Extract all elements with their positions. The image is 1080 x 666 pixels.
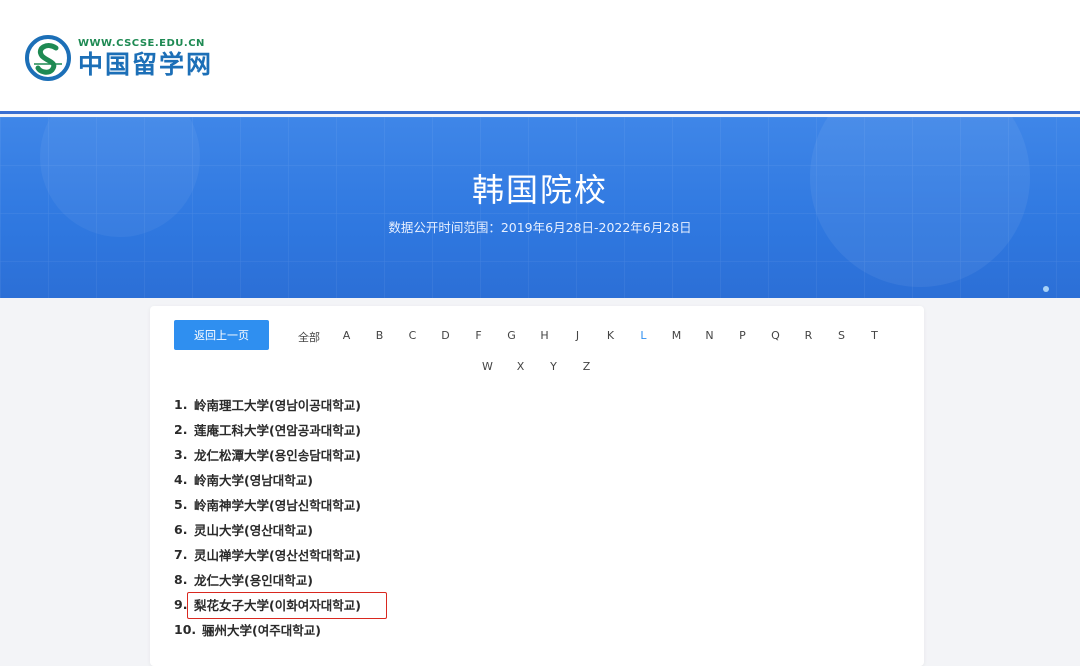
- university-name-link[interactable]: 岭南大学(영남대학교): [194, 470, 313, 489]
- list-item-number: 6.: [174, 522, 188, 537]
- university-list-item[interactable]: 10. 骊州大学(여주대학교): [174, 617, 361, 642]
- filter-letter-l[interactable]: L: [627, 329, 660, 345]
- logo-text: WWW.CSCSE.EDU.CN 中国留学网: [78, 36, 213, 80]
- data-range-subtitle: 数据公开时间范围：2019年6月28日-2022年6月28日: [388, 220, 692, 235]
- filter-letter-y[interactable]: Y: [537, 360, 570, 373]
- university-name-link[interactable]: 龙仁松潭大学(용인송담대학교): [194, 445, 361, 464]
- filter-letter-z[interactable]: Z: [570, 360, 603, 373]
- list-item-number: 2.: [174, 422, 188, 437]
- filter-letter-p[interactable]: P: [726, 329, 759, 345]
- letter-filter-row2: WXYZ: [150, 360, 924, 373]
- filter-letter-s[interactable]: S: [825, 329, 858, 345]
- filter-letter-d[interactable]: D: [429, 329, 462, 345]
- university-name-link[interactable]: 岭南神学大学(영남신학대학교): [194, 495, 361, 514]
- university-name-link[interactable]: 灵山禅学大学(영산선학대학교): [194, 545, 361, 564]
- list-item-number: 1.: [174, 397, 188, 412]
- list-item-number: 8.: [174, 572, 188, 587]
- list-item-number: 3.: [174, 447, 188, 462]
- filter-all[interactable]: 全部: [288, 329, 330, 345]
- filter-letter-x[interactable]: X: [504, 360, 537, 373]
- cscse-logo-icon: [24, 34, 72, 82]
- university-list-card: 返回上一页 全部 A B C D F G H J K L M N P Q R S T WXYZ 1. 岭南理工大学(…: [150, 306, 924, 666]
- logo-url: WWW.CSCSE.EDU.CN: [78, 38, 205, 49]
- filter-letter-a[interactable]: A: [330, 329, 363, 345]
- page-title: 韩国院校: [471, 171, 608, 209]
- filter-letter-c[interactable]: C: [396, 329, 429, 345]
- university-list: 1. 岭南理工大学(영남이공대학교) 2. 莲庵工科大学(연암공과대학교) 3. 龙仁松潭…: [174, 392, 387, 642]
- university-name-link[interactable]: 灵山大学(영산대학교): [194, 520, 313, 539]
- list-item-number: 4.: [174, 472, 188, 487]
- filter-letter-f[interactable]: F: [462, 329, 495, 345]
- university-name-link[interactable]: 骊州大学(여주대학교): [202, 620, 321, 639]
- filter-letter-k[interactable]: K: [594, 329, 627, 345]
- letter-filter-row1: 全部 A B C D F G H J K L M N P Q R S T: [288, 329, 891, 345]
- university-list-item[interactable]: 7. 灵山禅学大学(영산선학대학교): [174, 542, 361, 567]
- filter-letter-q[interactable]: Q: [759, 329, 792, 345]
- university-list-item[interactable]: 8. 龙仁大学(용인대학교): [174, 567, 361, 592]
- site-header: WWW.CSCSE.EDU.CN 中国留学网: [0, 0, 1080, 114]
- university-name-link[interactable]: 龙仁大学(용인대학교): [194, 570, 313, 589]
- university-list-item[interactable]: 6. 灵山大学(영산대학교): [174, 517, 361, 542]
- site-logo[interactable]: WWW.CSCSE.EDU.CN 中国留学网: [24, 34, 213, 82]
- university-name-link[interactable]: 岭南理工大学(영남이공대학교): [194, 395, 361, 414]
- filter-letter-m[interactable]: M: [660, 329, 693, 345]
- filter-letter-g[interactable]: G: [495, 329, 528, 345]
- university-list-item[interactable]: 5. 岭南神学大学(영남신학대학교): [174, 492, 361, 517]
- highlight-annotation-box: [187, 592, 387, 619]
- filter-letter-r[interactable]: R: [792, 329, 825, 345]
- university-list-item[interactable]: 9. 梨花女子大学(이화여자대학교): [174, 592, 387, 619]
- filter-letter-t[interactable]: T: [858, 329, 891, 345]
- filter-letter-h[interactable]: H: [528, 329, 561, 345]
- filter-letter-j[interactable]: J: [561, 329, 594, 345]
- university-list-item[interactable]: 3. 龙仁松潭大学(용인송담대학교): [174, 442, 361, 467]
- filter-letter-b[interactable]: B: [363, 329, 396, 345]
- list-item-number: 10.: [174, 622, 197, 637]
- university-list-item[interactable]: 4. 岭南大学(영남대학교): [174, 467, 361, 492]
- back-button[interactable]: 返回上一页: [174, 320, 269, 350]
- university-name-link[interactable]: 莲庵工科大学(연암공과대학교): [194, 420, 361, 439]
- list-item-number: 5.: [174, 497, 188, 512]
- filter-letter-n[interactable]: N: [693, 329, 726, 345]
- university-list-item[interactable]: 1. 岭南理工大学(영남이공대학교): [174, 392, 361, 417]
- filter-letter-w[interactable]: W: [471, 360, 504, 373]
- list-item-number: 7.: [174, 547, 188, 562]
- university-list-item[interactable]: 2. 莲庵工科大学(연암공과대학교): [174, 417, 361, 442]
- logo-name: 中国留学网: [78, 50, 214, 79]
- hero-banner: 韩国院校 数据公开时间范围：2019年6月28日-2022年6月28日: [0, 117, 1080, 298]
